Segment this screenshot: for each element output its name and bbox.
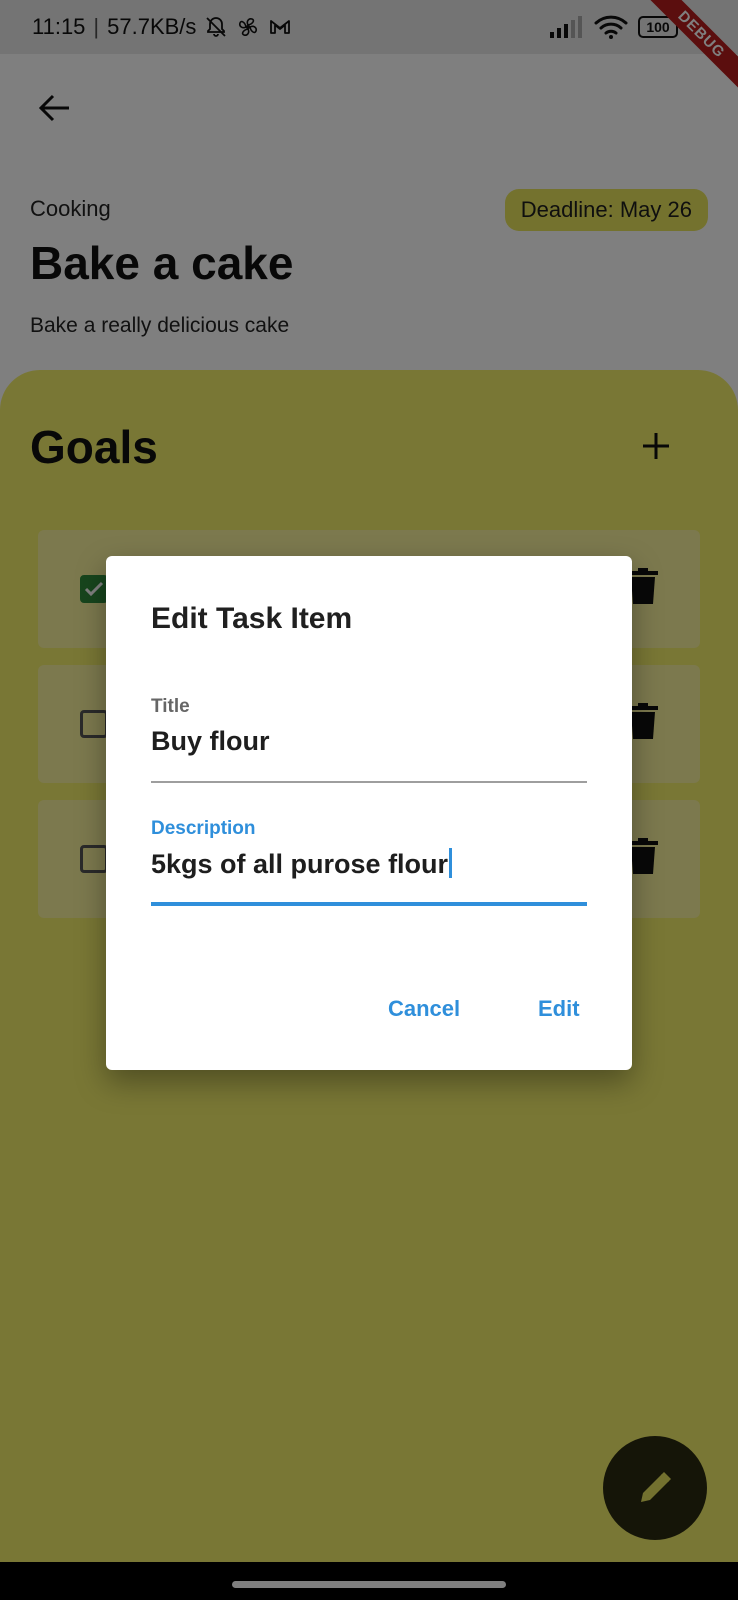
- edit-button[interactable]: Edit: [538, 996, 580, 1022]
- title-field-underline: [151, 781, 587, 783]
- cancel-button[interactable]: Cancel: [388, 996, 460, 1022]
- text-caret: [449, 848, 453, 878]
- description-field[interactable]: 5kgs of all purose flour: [151, 848, 453, 880]
- description-field-label: Description: [151, 818, 256, 839]
- description-field-underline: [151, 902, 587, 906]
- title-field-value: Buy flour: [151, 726, 270, 756]
- title-field-label: Title: [151, 696, 190, 717]
- description-field-value: 5kgs of all purose flour: [151, 849, 449, 879]
- dialog-title: Edit Task Item: [151, 602, 353, 635]
- edit-task-dialog: Edit Task Item Title Buy flour Descripti…: [106, 556, 632, 1070]
- app-screen: 11:15 | 57.7KB/s: [0, 0, 738, 1600]
- title-field[interactable]: Buy flour: [151, 726, 270, 757]
